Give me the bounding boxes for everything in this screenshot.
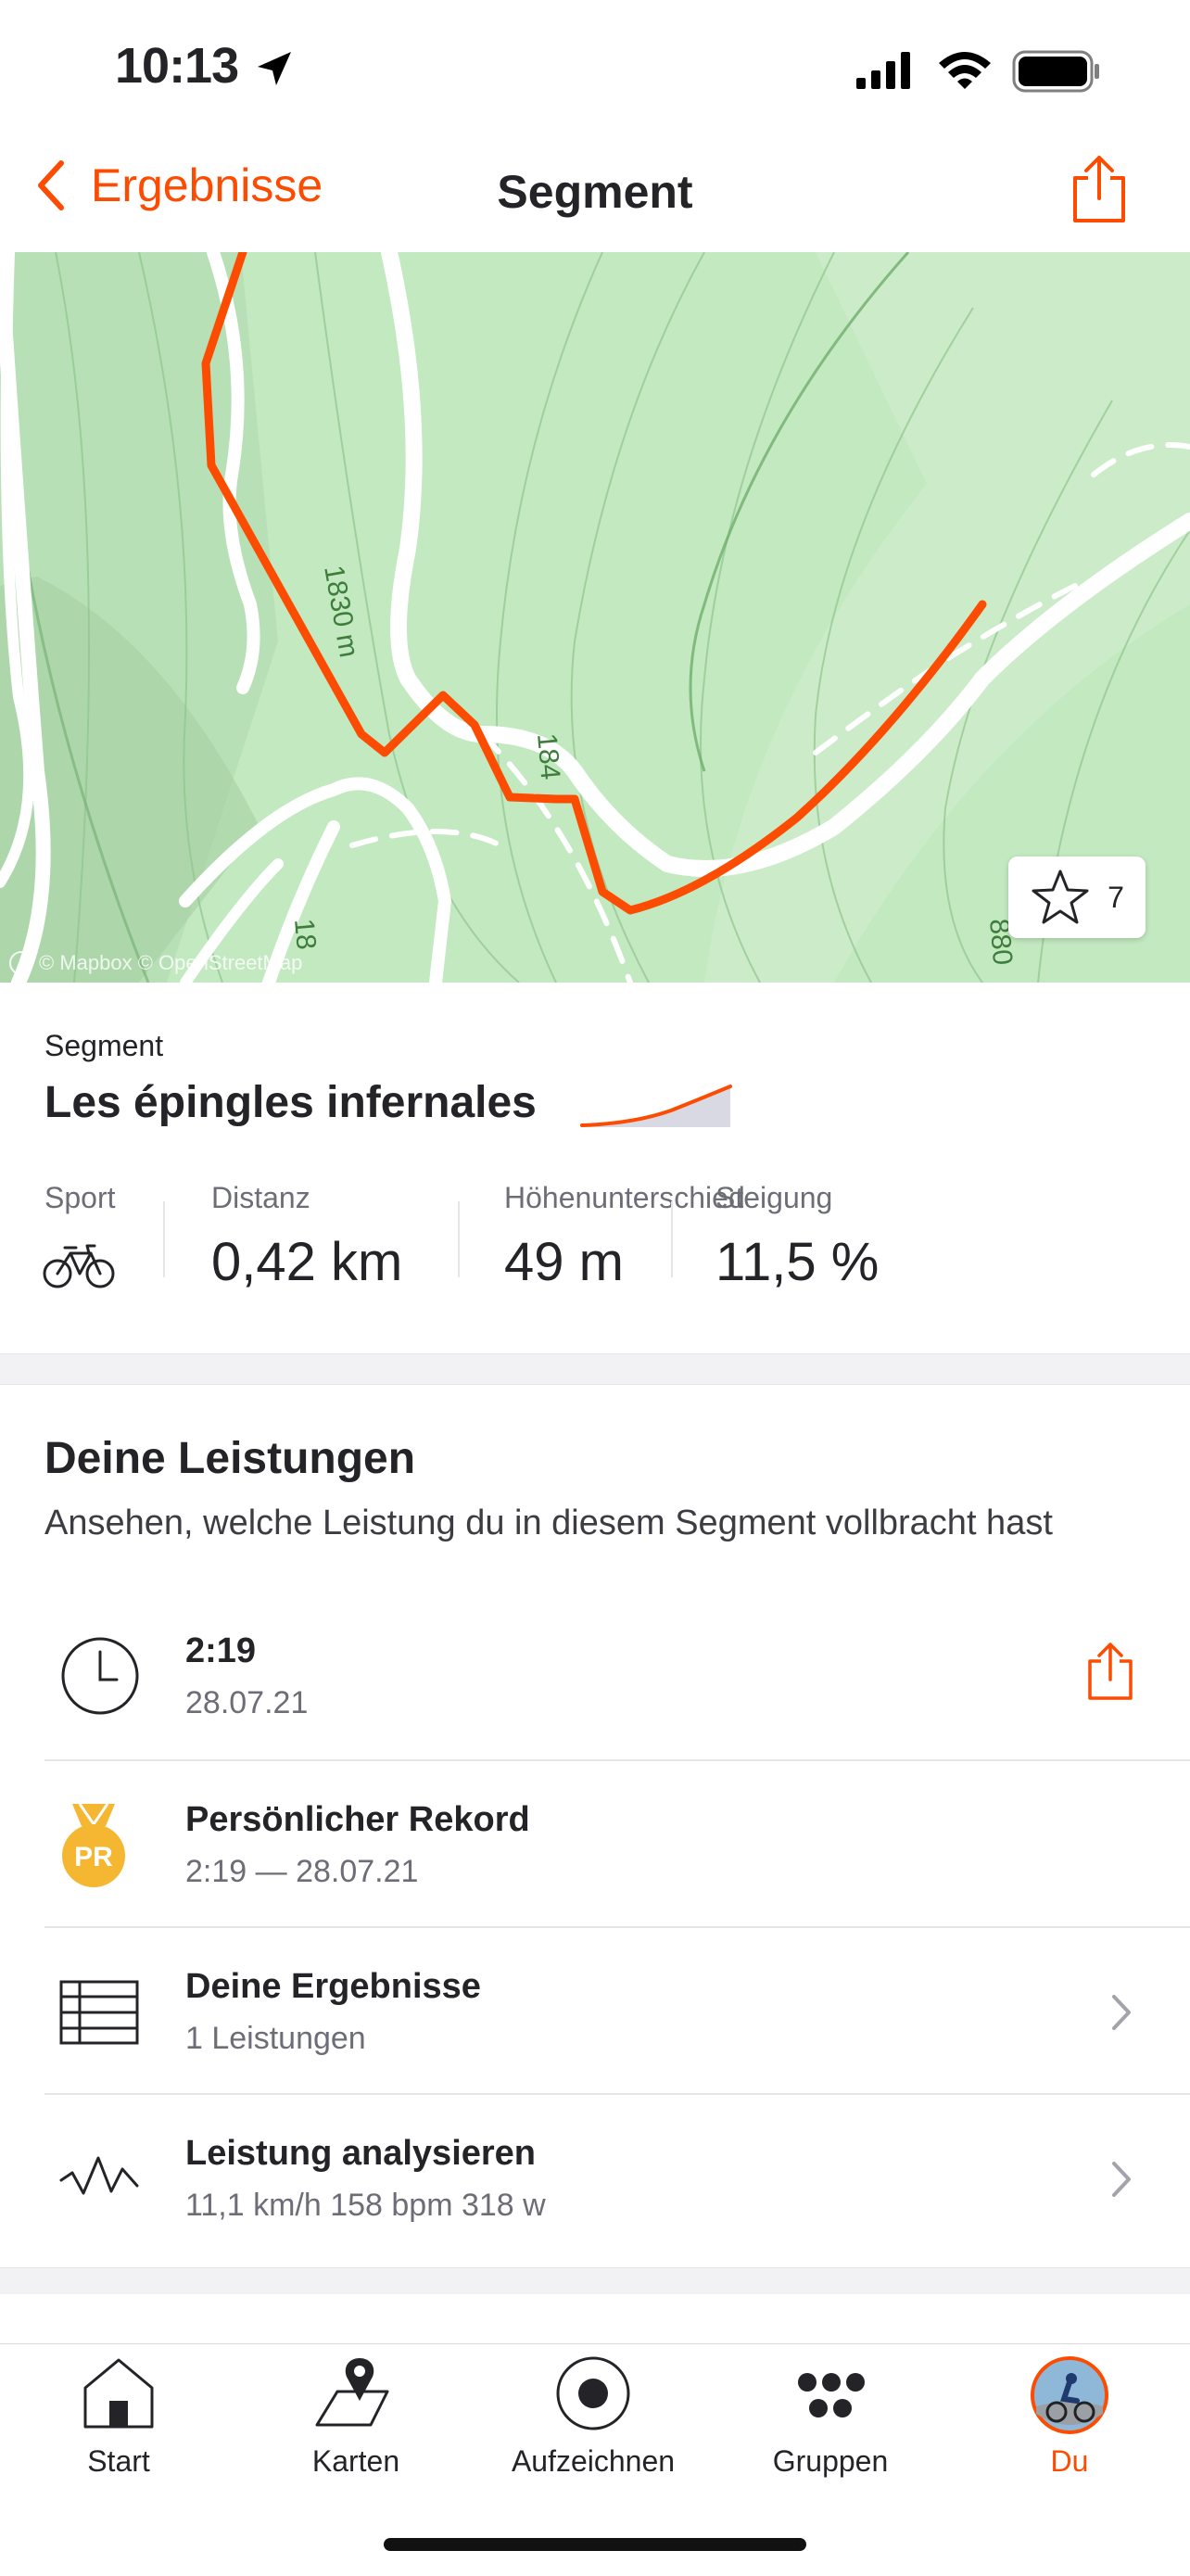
location-arrow-icon [258, 52, 291, 85]
row-title: Persönlicher Rekord [185, 1800, 530, 1839]
section-divider [0, 1353, 1190, 1385]
grade-value: 11,5 % [715, 1232, 880, 1292]
row-subtitle: 11,1 km/h 158 bpm 318 w [185, 2188, 546, 2223]
row-title: 2:19 [185, 1631, 257, 1670]
tab-label: Du [1050, 2444, 1089, 2478]
map-attribution[interactable]: i © Mapbox © OpenStreetMap [9, 951, 302, 975]
tab-start[interactable]: Start [0, 2354, 237, 2479]
info-icon: i [9, 951, 33, 975]
star-icon [1032, 869, 1089, 924]
tab-aufzeichnen[interactable]: Aufzeichnen [475, 2354, 712, 2479]
pr-medal-icon: PR [62, 1803, 125, 1887]
back-label: Ergebnisse [91, 159, 323, 211]
map-icon [315, 2358, 389, 2427]
contour-label: 18 [288, 918, 322, 951]
best-time-row[interactable]: 2:19 28.07.21 [44, 1593, 1190, 1759]
record-icon [556, 2356, 630, 2430]
your-results-row[interactable]: Deine Ergebnisse 1 Leistungen [44, 1928, 1190, 2095]
tab-label: Aufzeichnen [511, 2444, 676, 2478]
tab-label: Gruppen [772, 2444, 889, 2478]
stat-divider [671, 1201, 673, 1277]
chevron-right-icon [1112, 1995, 1131, 2030]
segment-name: Les épingles infernales [44, 1078, 537, 1127]
star-count: 7 [1108, 880, 1124, 914]
battery-icon [1012, 50, 1099, 93]
share-icon[interactable] [1086, 1641, 1134, 1702]
tab-gruppen[interactable]: Gruppen [712, 2354, 949, 2479]
row-subtitle: 1 Leistungen [185, 2021, 366, 2056]
elevation-value: 49 m [504, 1232, 624, 1292]
contour-label: 184 [531, 732, 565, 781]
home-icon [83, 2358, 154, 2429]
status-time: 10:13 [115, 38, 239, 94]
row-subtitle: 2:19 — 28.07.21 [185, 1854, 419, 1889]
segment-label: Segment [44, 1029, 164, 1062]
stat-divider [163, 1201, 165, 1277]
tab-karten[interactable]: Karten [237, 2354, 475, 2479]
sport-label: Sport [44, 1181, 116, 1214]
pr-badge-text: PR [74, 1842, 113, 1872]
grade-label: Steigung [715, 1181, 833, 1214]
row-title: Leistung analysieren [185, 2134, 537, 2173]
chevron-right-icon [1112, 2162, 1131, 2197]
distance-label: Distanz [211, 1181, 310, 1214]
elevation-profile-icon [580, 1085, 732, 1127]
personal-record-row[interactable]: PR Persönlicher Rekord 2:19 — 28.07.21 [44, 1761, 1190, 1928]
clock-icon [61, 1637, 139, 1715]
performances-subtitle: Ansehen, welche Leistung du in diesem Se… [44, 1504, 1053, 1542]
wifi-icon [939, 52, 991, 89]
home-indicator [384, 2538, 806, 2551]
row-subtitle: 28.07.21 [185, 1685, 309, 1720]
row-title: Deine Ergebnisse [185, 1967, 481, 2006]
section-divider [0, 2267, 1190, 2294]
distance-value: 0,42 km [211, 1232, 403, 1292]
analyze-performance-row[interactable]: Leistung analysieren 11,1 km/h 158 bpm 3… [44, 2095, 1190, 2262]
performances-title: Deine Leistungen [44, 1434, 416, 1483]
share-icon[interactable] [1070, 154, 1129, 224]
tab-label: Start [87, 2444, 150, 2478]
tab-label: Karten [311, 2444, 400, 2478]
back-button[interactable]: Ergebnisse [33, 158, 323, 213]
table-icon [59, 1980, 139, 2045]
analysis-icon [59, 2156, 139, 2195]
avatar [1031, 2356, 1108, 2434]
tab-du[interactable]: Du [951, 2354, 1188, 2479]
cellular-signal-icon [856, 52, 910, 89]
star-segment-button[interactable]: 7 [1008, 857, 1146, 938]
chevron-left-icon [38, 160, 64, 210]
stat-divider [458, 1201, 460, 1277]
bike-icon [43, 1244, 115, 1288]
elevation-label: Höhenunterschied [504, 1181, 745, 1214]
groups-icon [798, 2373, 865, 2417]
